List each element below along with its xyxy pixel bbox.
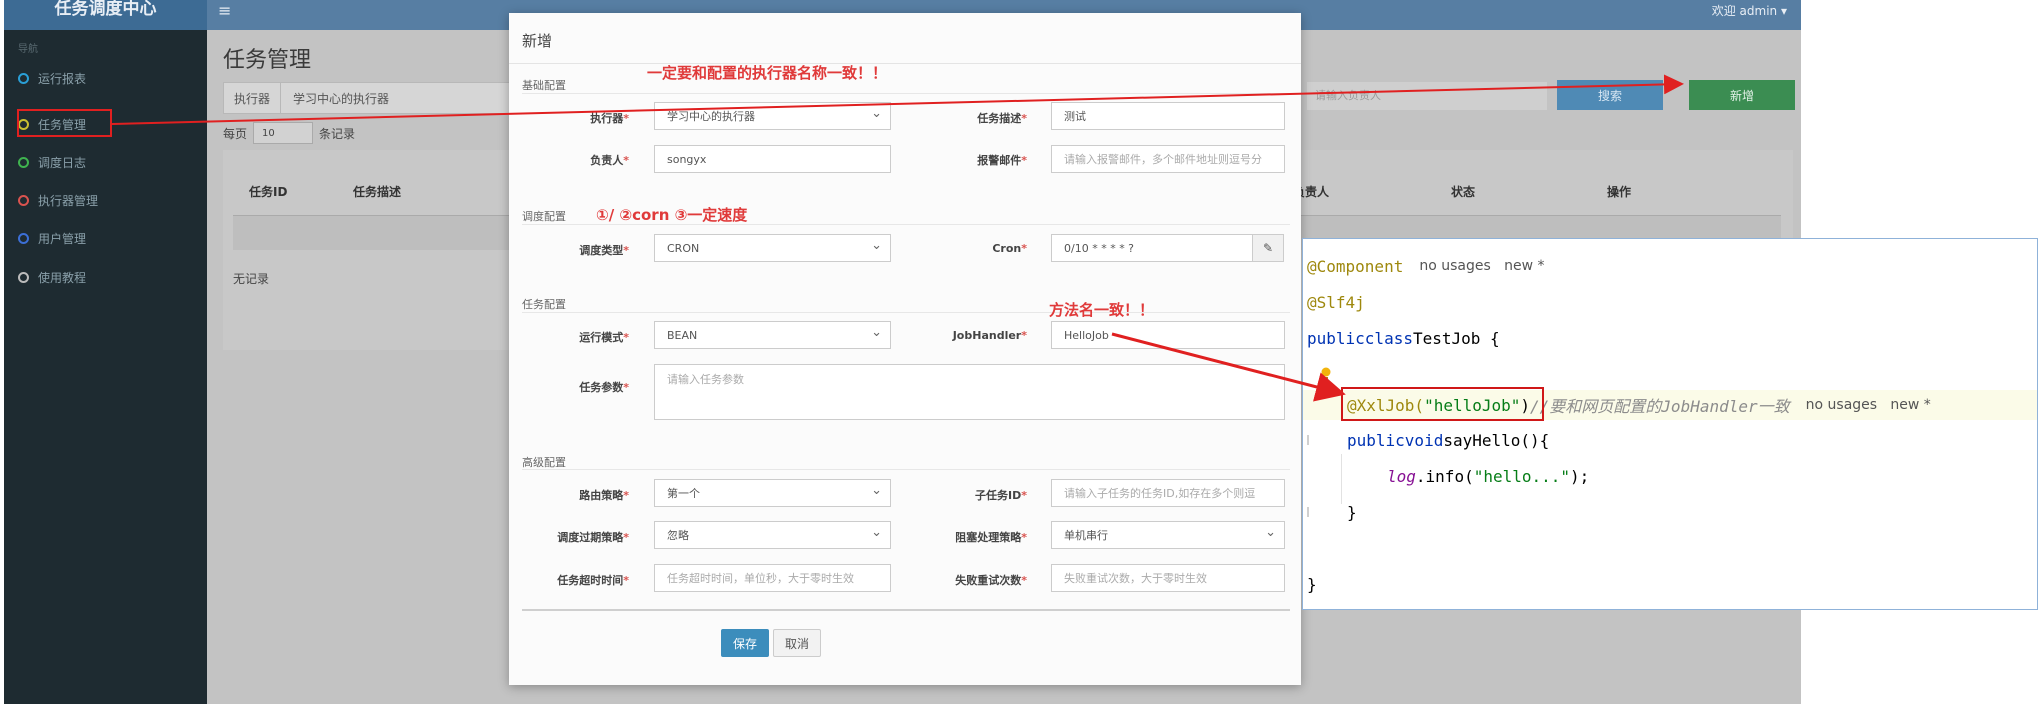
block-strategy-select[interactable]: 单机串行 (1051, 521, 1285, 549)
owner-label: 负责人* (590, 154, 629, 167)
save-button[interactable]: 保存 (721, 629, 769, 657)
page-title: 任务管理 (223, 48, 312, 73)
code-line: } (1307, 574, 1317, 594)
child-job-input[interactable]: 请输入子任务的任务ID,如存在多个则逗 (1051, 479, 1285, 507)
column-header: 操作 (1607, 185, 1632, 199)
search-button[interactable]: 搜索 (1557, 80, 1663, 110)
sidebar-item-label: 执行器管理 (38, 193, 99, 208)
alarm-email-input[interactable]: 请输入报警邮件，多个邮件地址则逗号分 (1051, 145, 1285, 173)
divider (522, 93, 1290, 94)
sidebar-item-users[interactable]: 用户管理 (18, 223, 198, 253)
sidebar-item-executors[interactable]: 执行器管理 (18, 185, 198, 215)
code-line: @Slf4j (1307, 292, 1365, 312)
params-label: 任务参数* (579, 381, 629, 394)
block-strategy-label: 阻塞处理策略* (955, 531, 1027, 544)
sidebar-header: 导航 (18, 44, 38, 55)
jobhandler-label: JobHandler* (952, 329, 1027, 342)
route-strategy-label: 路由策略* (579, 489, 629, 502)
section-advanced: 高级配置 (522, 456, 566, 469)
page-size-suffix: 条记录 (319, 126, 356, 141)
cron-label: Cron* (992, 242, 1027, 255)
retry-input[interactable]: 失败重试次数，大于零时生效 (1051, 564, 1285, 592)
section-basic: 基础配置 (522, 79, 566, 92)
run-mode-label: 运行模式* (579, 331, 629, 344)
fold-marker[interactable] (1307, 435, 1309, 445)
sidebar-item-logs[interactable]: 调度日志 (18, 147, 198, 177)
timeout-input[interactable]: 任务超时时间，单位秒，大于零时生效 (654, 564, 891, 592)
column-header: 任务描述 (353, 185, 402, 199)
page-size-control: 每页 10 条记录 (223, 122, 355, 144)
schedule-type-label: 调度类型* (579, 244, 629, 257)
indent-guide (1341, 454, 1342, 504)
cron-annotation: ①/ ②corn ③一定速度 (596, 206, 748, 224)
code-editor-panel: @Component no usages new * @Slf4j public … (1302, 238, 2038, 610)
menu-icon[interactable]: ≡ (218, 1, 231, 20)
run-mode-select[interactable]: BEAN (654, 321, 891, 349)
fold-marker[interactable] (1307, 507, 1309, 517)
empty-text: 无记录 (233, 272, 270, 286)
circle-icon (18, 72, 29, 84)
timeout-label: 任务超时时间* (557, 574, 629, 587)
executor-name-annotation: 一定要和配置的执行器名称一致！！ (647, 64, 888, 82)
route-strategy-select[interactable]: 第一个 (654, 479, 891, 507)
code-line: log .info("hello..."); (1387, 466, 1590, 486)
circle-icon (18, 232, 29, 244)
column-header: 任务ID (249, 185, 288, 199)
sidebar-item-label: 运行报表 (38, 71, 87, 86)
code-line: public void sayHello(){ (1347, 430, 1550, 450)
section-schedule: 调度配置 (522, 210, 566, 223)
jobhandler-input[interactable]: HelloJob (1051, 321, 1285, 349)
description-input[interactable]: 测试 (1051, 102, 1285, 130)
owner-search-input[interactable]: 请输入负责人 (1307, 82, 1547, 110)
misfire-strategy-label: 调度过期策略* (557, 531, 629, 544)
page-size-select[interactable]: 10 (253, 122, 314, 144)
divider (522, 469, 1290, 470)
misfire-strategy-select[interactable]: 忽略 (654, 521, 891, 549)
add-job-button[interactable]: 新增 (1689, 80, 1795, 110)
brand-logo[interactable]: 任务调度中心 (4, 0, 207, 30)
executor-filter-value: 学习中心的执行器 (293, 91, 390, 106)
section-task: 任务配置 (522, 298, 566, 311)
executor-filter-label: 执行器 (224, 83, 282, 113)
code-line: } (1347, 502, 1357, 522)
method-name-annotation: 方法名一致！！ (1049, 301, 1155, 319)
user-menu[interactable]: 欢迎 admin ▾ (1712, 2, 1787, 19)
annotation-highlight-box (17, 109, 112, 137)
add-job-dialog: 新增 基础配置 执行器* 学习中心的执行器 任务描述* 测试 负责人* song… (509, 13, 1301, 685)
child-job-label: 子任务ID* (975, 489, 1027, 502)
owner-input[interactable]: songyx (654, 145, 891, 173)
code-line: public class TestJob { (1307, 328, 1500, 348)
executor-label: 执行器* (590, 112, 629, 125)
circle-icon (18, 271, 29, 283)
retry-label: 失败重试次数* (955, 574, 1027, 587)
sidebar-item-label: 用户管理 (38, 231, 87, 246)
circle-icon (18, 156, 29, 168)
page-size-prefix: 每页 (223, 126, 248, 141)
divider (509, 63, 1301, 64)
divider (522, 312, 1290, 313)
circle-icon (18, 194, 29, 206)
params-textarea[interactable]: 请输入任务参数 (654, 364, 1285, 420)
code-line: @Component no usages new * (1307, 256, 1545, 276)
annotation-highlight-box (1341, 387, 1544, 421)
sidebar-item-label: 调度日志 (38, 155, 87, 170)
lightbulb-icon[interactable] (1320, 366, 1332, 380)
dialog-title: 新增 (522, 32, 553, 50)
cron-input[interactable]: 0/10 * * * * ? (1051, 234, 1253, 262)
sidebar-item-help[interactable]: 使用教程 (18, 262, 198, 292)
alarm-email-label: 报警邮件* (977, 154, 1027, 167)
sidebar-item-label: 使用教程 (38, 270, 87, 285)
edit-icon[interactable]: ✎ (1252, 234, 1284, 262)
divider (522, 609, 1290, 611)
description-label: 任务描述* (977, 112, 1027, 125)
schedule-type-select[interactable]: CRON (654, 234, 891, 262)
sidebar-item-report[interactable]: 运行报表 (18, 63, 198, 93)
cancel-button[interactable]: 取消 (773, 629, 821, 657)
executor-filter[interactable]: 执行器 学习中心的执行器 (223, 82, 525, 114)
executor-select[interactable]: 学习中心的执行器 (654, 102, 891, 130)
column-header: 状态 (1451, 185, 1476, 199)
